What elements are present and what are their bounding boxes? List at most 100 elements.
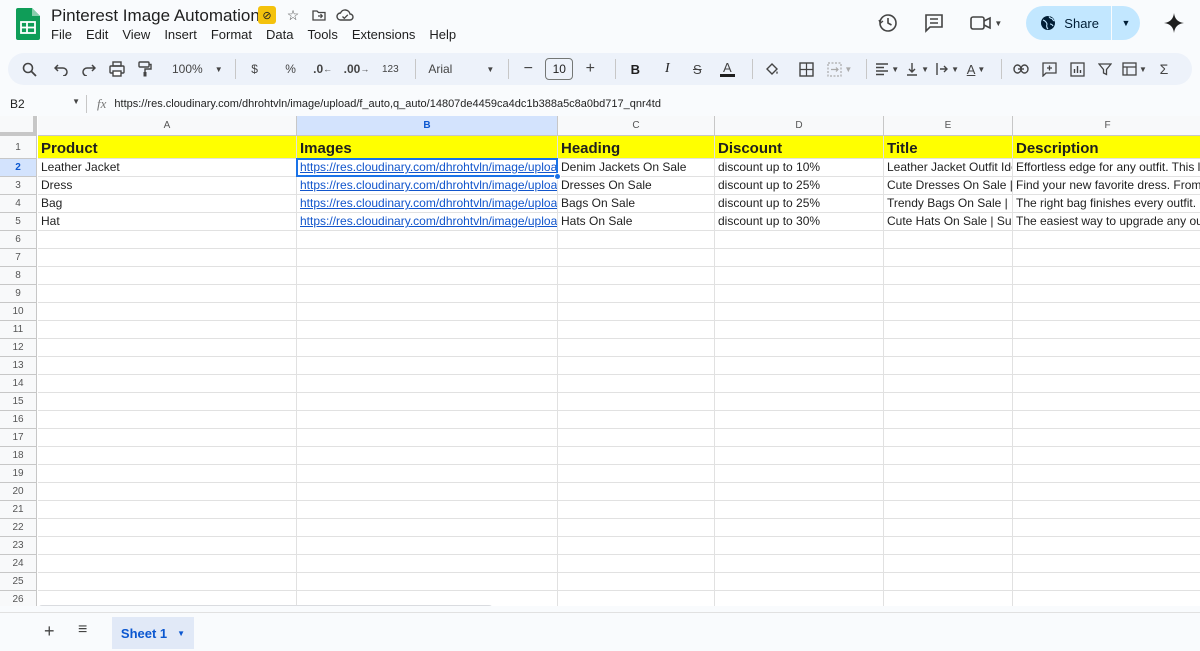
menu-view[interactable]: View	[122, 27, 158, 42]
decrease-decimal-button[interactable]: .0 ←	[312, 57, 334, 81]
strikethrough-button[interactable]: S	[686, 57, 708, 81]
cell-c25[interactable]	[558, 573, 715, 591]
cell-f3[interactable]: Find your new favorite dress. From d	[1013, 177, 1200, 195]
text-color-button[interactable]: A	[716, 57, 738, 81]
cell-b12[interactable]	[297, 339, 558, 357]
cell-c12[interactable]	[558, 339, 715, 357]
cell-d5[interactable]: discount up to 30%	[715, 213, 884, 231]
increase-font-size-button[interactable]: +	[579, 57, 601, 81]
column-header-b[interactable]: B	[297, 116, 558, 136]
menu-edit[interactable]: Edit	[86, 27, 116, 42]
cell-a16[interactable]	[38, 411, 297, 429]
cell-f4[interactable]: The right bag finishes every outfit. D	[1013, 195, 1200, 213]
cloud-saved-icon[interactable]	[336, 6, 354, 24]
cell-e14[interactable]	[884, 375, 1013, 393]
sheets-logo-icon[interactable]	[16, 8, 40, 40]
formula-input[interactable]: https://res.cloudinary.com/dhrohtvln/ima…	[114, 98, 661, 110]
row-header-25[interactable]: 25	[0, 573, 37, 591]
cell-a4[interactable]: Bag	[38, 195, 297, 213]
name-box[interactable]: B2 ▼	[0, 97, 86, 111]
cell-f2[interactable]: Effortless edge for any outfit. This le	[1013, 159, 1200, 177]
paint-format-icon[interactable]	[134, 57, 156, 81]
fill-color-icon[interactable]	[761, 57, 783, 81]
row-header-14[interactable]: 14	[0, 375, 37, 393]
cell-d14[interactable]	[715, 375, 884, 393]
cell-e4[interactable]: Trendy Bags On Sale | H	[884, 195, 1013, 213]
cell-b11[interactable]	[297, 321, 558, 339]
cell-b20[interactable]	[297, 483, 558, 501]
italic-button[interactable]: I	[656, 57, 678, 81]
gemini-sparkle-icon[interactable]	[1162, 11, 1186, 35]
cell-d13[interactable]	[715, 357, 884, 375]
increase-decimal-button[interactable]: .00 →	[344, 57, 370, 81]
cell-b8[interactable]	[297, 267, 558, 285]
cell-e17[interactable]	[884, 429, 1013, 447]
menu-tools[interactable]: Tools	[307, 27, 345, 42]
cell-e12[interactable]	[884, 339, 1013, 357]
row-header-8[interactable]: 8	[0, 267, 37, 285]
cell-b25[interactable]	[297, 573, 558, 591]
share-button[interactable]: Share	[1026, 6, 1111, 40]
cell-c18[interactable]	[558, 447, 715, 465]
horizontal-scrollbar[interactable]	[38, 605, 493, 606]
print-icon[interactable]	[106, 57, 128, 81]
cell-b23[interactable]	[297, 537, 558, 555]
cell-d26[interactable]	[715, 591, 884, 606]
row-header-21[interactable]: 21	[0, 501, 37, 519]
cell-b19[interactable]	[297, 465, 558, 483]
menu-format[interactable]: Format	[211, 27, 260, 42]
star-icon[interactable]: ☆	[284, 6, 302, 24]
menu-file[interactable]: File	[51, 27, 80, 42]
column-header-e[interactable]: E	[884, 116, 1013, 136]
row-header-23[interactable]: 23	[0, 537, 37, 555]
move-to-folder-icon[interactable]	[310, 6, 328, 24]
cell-d9[interactable]	[715, 285, 884, 303]
cell-a6[interactable]	[38, 231, 297, 249]
cell-b26[interactable]	[297, 591, 558, 606]
version-history-icon[interactable]	[876, 11, 900, 35]
cell-e3[interactable]: Cute Dresses On Sale | (	[884, 177, 1013, 195]
cell-c11[interactable]	[558, 321, 715, 339]
row-header-22[interactable]: 22	[0, 519, 37, 537]
row-header-18[interactable]: 18	[0, 447, 37, 465]
cell-a7[interactable]	[38, 249, 297, 267]
cell-e18[interactable]	[884, 447, 1013, 465]
row-header-4[interactable]: 4	[0, 195, 37, 213]
cell-d11[interactable]	[715, 321, 884, 339]
cell-e8[interactable]	[884, 267, 1013, 285]
cell-a10[interactable]	[38, 303, 297, 321]
share-options-caret-icon[interactable]: ▼	[1112, 6, 1140, 40]
cell-d19[interactable]	[715, 465, 884, 483]
cell-f8[interactable]	[1013, 267, 1200, 285]
cell-d20[interactable]	[715, 483, 884, 501]
filter-views-icon[interactable]: ▼	[1122, 57, 1147, 81]
cell-b10[interactable]	[297, 303, 558, 321]
percent-format-button[interactable]: %	[280, 57, 302, 81]
cell-d24[interactable]	[715, 555, 884, 573]
cell-c3[interactable]: Dresses On Sale	[558, 177, 715, 195]
cell-f16[interactable]	[1013, 411, 1200, 429]
zoom-select[interactable]: 100% ▼	[172, 57, 223, 81]
cell-d4[interactable]: discount up to 25%	[715, 195, 884, 213]
cell-f11[interactable]	[1013, 321, 1200, 339]
row-header-10[interactable]: 10	[0, 303, 37, 321]
functions-button[interactable]: Σ	[1153, 57, 1175, 81]
cell-a22[interactable]	[38, 519, 297, 537]
cell-e25[interactable]	[884, 573, 1013, 591]
cell-e6[interactable]	[884, 231, 1013, 249]
cell-a18[interactable]	[38, 447, 297, 465]
cell-c2[interactable]: Denim Jackets On Sale	[558, 159, 715, 177]
cell-c8[interactable]	[558, 267, 715, 285]
cell-c9[interactable]	[558, 285, 715, 303]
font-family-select[interactable]: Arial ▼	[424, 57, 494, 81]
cell-b3[interactable]: https://res.cloudinary.com/dhrohtvln/ima…	[297, 177, 558, 195]
cell-e24[interactable]	[884, 555, 1013, 573]
cell-a17[interactable]	[38, 429, 297, 447]
cell-a19[interactable]	[38, 465, 297, 483]
cell-a25[interactable]	[38, 573, 297, 591]
cell-d16[interactable]	[715, 411, 884, 429]
cell-b5[interactable]: https://res.cloudinary.com/dhrohtvln/ima…	[297, 213, 558, 231]
cell-b17[interactable]	[297, 429, 558, 447]
cell-e5[interactable]: Cute Hats On Sale | Sum	[884, 213, 1013, 231]
cell-e15[interactable]	[884, 393, 1013, 411]
